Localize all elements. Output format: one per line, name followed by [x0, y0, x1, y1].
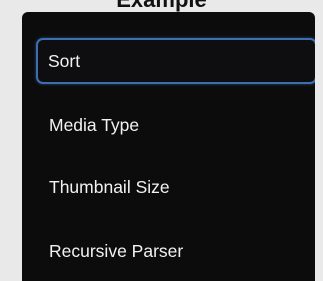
menu-item-thumbnail-size[interactable]: Thumbnail Size — [22, 160, 315, 214]
menu-item-recursive-parser[interactable]: Recursive Parser — [22, 224, 315, 278]
menu-item-sort[interactable]: Sort — [36, 38, 315, 84]
menu-item-media-type[interactable]: Media Type — [22, 98, 315, 152]
options-menu: Sort Media Type Thumbnail Size Recursive… — [22, 12, 315, 281]
screenshot-frame: Example Sort Media Type Thumbnail Size R… — [0, 0, 323, 281]
options-menu-panel: Sort Media Type Thumbnail Size Recursive… — [22, 12, 315, 281]
